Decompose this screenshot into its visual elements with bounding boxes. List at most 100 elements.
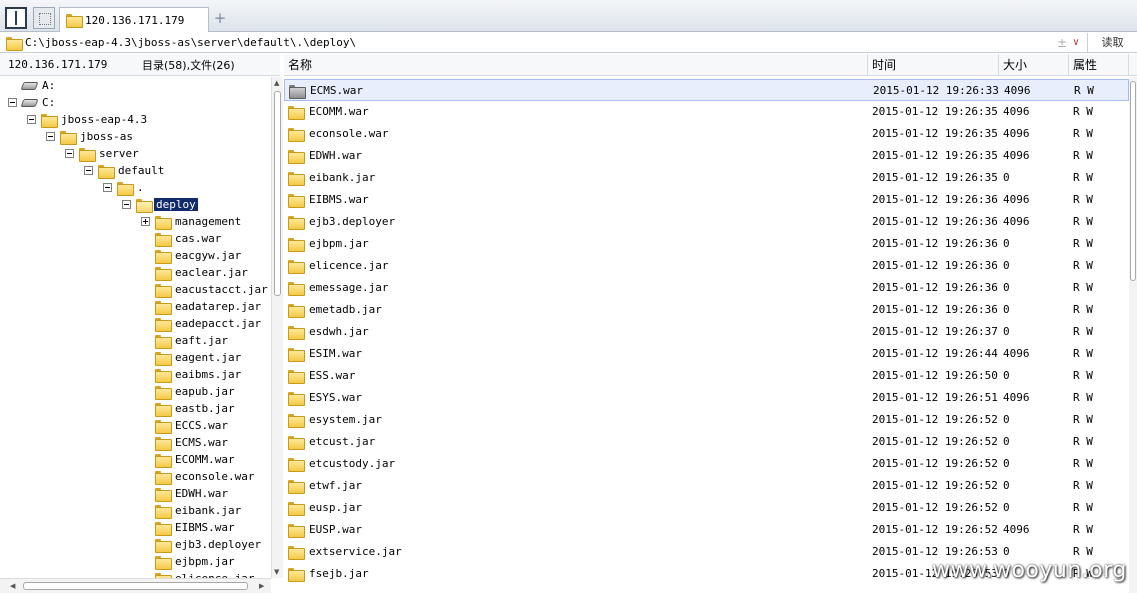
table-row[interactable]: emetadb.jar 2015-01-12 19:26:36 0 R W: [284, 299, 1129, 321]
file-name-cell: ESS.war: [288, 365, 355, 387]
column-time[interactable]: 时间: [868, 54, 999, 76]
scrollbar-thumb[interactable]: [1130, 81, 1136, 281]
collapse-icon[interactable]: [8, 98, 17, 107]
file-name: ejb3.deployer: [309, 215, 396, 228]
column-size[interactable]: 大小: [999, 54, 1069, 76]
file-list[interactable]: ECMS.war 2015-01-12 19:26:33 4096 R W ECOMM.…: [284, 77, 1129, 593]
tree-item[interactable]: .: [103, 179, 144, 196]
table-row[interactable]: econsole.war 2015-01-12 19:26:35 4096 R W: [284, 123, 1129, 145]
tree-item[interactable]: EDWH.war: [155, 485, 228, 502]
plus-minus-icon[interactable]: ±: [1055, 36, 1069, 50]
table-row[interactable]: emessage.jar 2015-01-12 19:26:36 0 R W: [284, 277, 1129, 299]
file-time: 2015-01-12 19:26:52: [872, 435, 998, 448]
tree-item[interactable]: EIBMS.war: [155, 519, 235, 536]
table-row[interactable]: esystem.jar 2015-01-12 19:26:52 0 R W: [284, 409, 1129, 431]
read-button[interactable]: 读取: [1087, 33, 1137, 52]
table-row[interactable]: EUSP.war 2015-01-12 19:26:52 4096 R W: [284, 519, 1129, 541]
tree-item[interactable]: eibank.jar: [155, 502, 241, 519]
tree-item[interactable]: eadepacct.jar: [155, 315, 261, 332]
tree-item[interactable]: jboss-as: [46, 128, 133, 145]
table-row[interactable]: ESIM.war 2015-01-12 19:26:44 4096 R W: [284, 343, 1129, 365]
column-attr[interactable]: 属性: [1069, 54, 1129, 76]
collapse-icon[interactable]: [103, 183, 112, 192]
collapse-icon[interactable]: [46, 132, 55, 141]
tree-item[interactable]: eaibms.jar: [155, 366, 241, 383]
tree-item[interactable]: eacgyw.jar: [155, 247, 241, 264]
tree-item[interactable]: server: [65, 145, 139, 162]
column-name[interactable]: 名称: [284, 54, 868, 76]
scrollbar-thumb[interactable]: [274, 91, 281, 296]
directory-tree[interactable]: A: C: jboss-eap-4.3 jboss-as server default. d…: [0, 77, 270, 578]
table-row[interactable]: etwf.jar 2015-01-12 19:26:52 0 R W: [284, 475, 1129, 497]
collapse-icon[interactable]: [65, 149, 74, 158]
tree-horizontal-scrollbar[interactable]: ◀ ▶: [0, 578, 271, 593]
tree-item[interactable]: eaft.jar: [155, 332, 228, 349]
tree-item[interactable]: eaclear.jar: [155, 264, 248, 281]
tree-item[interactable]: default: [84, 162, 164, 179]
collapse-icon[interactable]: [84, 166, 93, 175]
panel-toggle-button[interactable]: [5, 7, 27, 29]
file-time: 2015-01-12 19:26:52: [872, 501, 998, 514]
tree-item[interactable]: management: [141, 213, 241, 230]
folder-icon: [288, 502, 305, 516]
watermark: www.wooyun.org: [932, 558, 1127, 583]
tree-item[interactable]: jboss-eap-4.3: [27, 111, 147, 128]
table-row[interactable]: ECMS.war 2015-01-12 19:26:33 4096 R W: [284, 79, 1129, 101]
scroll-down-icon[interactable]: ▼: [274, 568, 279, 576]
expand-icon[interactable]: [141, 217, 150, 226]
table-row[interactable]: ejbpm.jar 2015-01-12 19:26:36 0 R W: [284, 233, 1129, 255]
tree-item[interactable]: ECMS.war: [155, 434, 228, 451]
chevron-down-icon[interactable]: ∨: [1069, 37, 1083, 48]
tree-item[interactable]: ejb3.deployer: [155, 536, 261, 553]
collapse-icon[interactable]: [122, 200, 131, 209]
address-bar[interactable]: C:\jboss-eap-4.3\jboss-as\server\default…: [0, 33, 1137, 53]
tree-vertical-scrollbar[interactable]: ▲ ▼: [271, 77, 283, 578]
tree-item[interactable]: eacustacct.jar: [155, 281, 268, 298]
scroll-right-icon[interactable]: ▶: [259, 582, 264, 590]
scroll-up-icon[interactable]: ▲: [274, 79, 279, 87]
tree-item[interactable]: ejbpm.jar: [155, 553, 235, 570]
table-row[interactable]: etcust.jar 2015-01-12 19:26:52 0 R W: [284, 431, 1129, 453]
tab-host[interactable]: 120.136.171.179: [59, 7, 209, 32]
table-row[interactable]: etcustody.jar 2015-01-12 19:26:52 0 R W: [284, 453, 1129, 475]
list-vertical-scrollbar[interactable]: [1129, 77, 1137, 593]
file-name-cell: emessage.jar: [288, 277, 388, 299]
tree-item[interactable]: eagent.jar: [155, 349, 241, 366]
tree-item[interactable]: deploy: [122, 196, 198, 213]
table-row[interactable]: ECOMM.war 2015-01-12 19:26:35 4096 R W: [284, 101, 1129, 123]
window-list-button[interactable]: [33, 7, 55, 29]
folder-icon: [288, 524, 305, 538]
tree-item[interactable]: cas.war: [155, 230, 221, 247]
tree-item[interactable]: elicence.jar: [155, 570, 254, 578]
tree-item[interactable]: ECOMM.war: [155, 451, 235, 468]
tree-item[interactable]: eadatarep.jar: [155, 298, 261, 315]
table-row[interactable]: ESS.war 2015-01-12 19:26:50 0 R W: [284, 365, 1129, 387]
folder-icon: [155, 555, 172, 570]
tree-item-label: eibank.jar: [175, 504, 242, 517]
new-tab-button[interactable]: +: [212, 9, 228, 27]
table-row[interactable]: eibank.jar 2015-01-12 19:26:35 0 R W: [284, 167, 1129, 189]
scrollbar-thumb[interactable]: [23, 582, 248, 590]
folder-icon: [41, 113, 58, 128]
tree-item[interactable]: eastb.jar: [155, 400, 235, 417]
table-row[interactable]: EIBMS.war 2015-01-12 19:26:36 4096 R W: [284, 189, 1129, 211]
table-row[interactable]: elicence.jar 2015-01-12 19:26:36 0 R W: [284, 255, 1129, 277]
tree-item[interactable]: eapub.jar: [155, 383, 235, 400]
table-row[interactable]: eusp.jar 2015-01-12 19:26:52 0 R W: [284, 497, 1129, 519]
tree-item[interactable]: A:: [20, 77, 55, 94]
scroll-left-icon[interactable]: ◀: [10, 582, 15, 590]
address-path[interactable]: C:\jboss-eap-4.3\jboss-as\server\default…: [25, 36, 356, 49]
file-time: 2015-01-12 19:26:37: [872, 325, 998, 338]
table-row[interactable]: EDWH.war 2015-01-12 19:26:35 4096 R W: [284, 145, 1129, 167]
file-size: 0: [1003, 413, 1010, 426]
tree-item[interactable]: ECCS.war: [155, 417, 228, 434]
tree-item[interactable]: C:: [8, 94, 55, 111]
file-attr: R W: [1073, 501, 1093, 514]
collapse-icon[interactable]: [27, 115, 36, 124]
table-row[interactable]: esdwh.jar 2015-01-12 19:26:37 0 R W: [284, 321, 1129, 343]
table-row[interactable]: ESYS.war 2015-01-12 19:26:51 4096 R W: [284, 387, 1129, 409]
table-row[interactable]: ejb3.deployer 2015-01-12 19:26:36 4096 R W: [284, 211, 1129, 233]
tree-item[interactable]: econsole.war: [155, 468, 254, 485]
folder-icon: [288, 304, 305, 318]
folder-icon: [155, 283, 172, 298]
